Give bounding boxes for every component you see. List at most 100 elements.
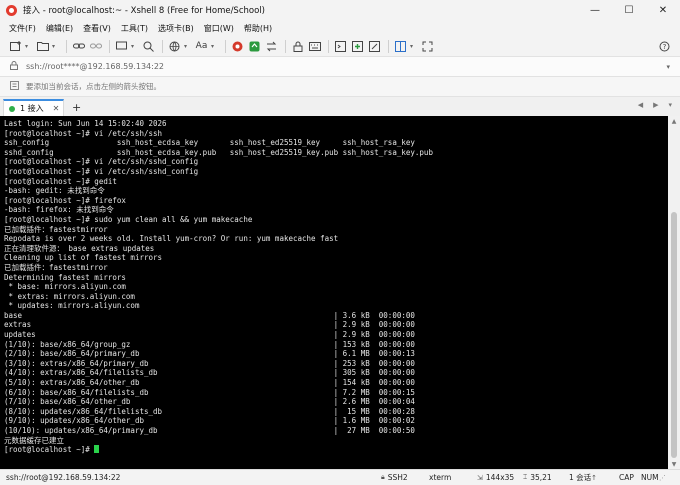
tab-navigation: ◀ ▶ ▾ xyxy=(638,101,672,109)
terminal-line: 已加载插件：fastestmirror xyxy=(4,262,108,272)
terminal-prompt: [root@localhost ~]# xyxy=(4,445,95,455)
toolbar-divider xyxy=(328,39,329,53)
tab-menu-icon[interactable]: ▾ xyxy=(668,101,672,109)
help-icon[interactable]: ? xyxy=(657,39,672,54)
terminal-line: (9/10): updates/x86_64/other_db | 1.6 MB… xyxy=(4,416,415,426)
menu-file[interactable]: 文件(F) xyxy=(4,23,41,34)
status-sessions: 1 会话 ↑ xyxy=(569,472,619,483)
tab-next-icon[interactable]: ▶ xyxy=(653,101,658,109)
title-bar: 接入 - root@localhost:~ - Xshell 8 (Free f… xyxy=(0,0,680,20)
resize-icon: ⇲ xyxy=(477,473,483,482)
terminal-line: extras | 2.9 kB 00:00:00 xyxy=(4,320,415,330)
terminal-scrollbar[interactable]: ▲ ▼ xyxy=(668,116,680,469)
scroll-up-icon[interactable]: ▲ xyxy=(668,116,680,126)
status-size: ⇲ 144x35 xyxy=(477,473,523,482)
terminal-line: 元数据缓存已建立 xyxy=(4,435,64,445)
status-num: NUM xyxy=(641,473,659,482)
tab-session-1[interactable]: 1 接入 ✕ xyxy=(3,99,64,116)
chevron-down-icon[interactable]: ▾ xyxy=(184,43,191,50)
status-position-label: 35,21 xyxy=(530,473,552,482)
terminal-line: (5/10): extras/x86_64/other_db | 154 kB … xyxy=(4,378,415,388)
compose-icon[interactable] xyxy=(367,39,382,54)
toolbar-divider xyxy=(66,39,67,53)
close-button[interactable]: ✕ xyxy=(646,0,680,20)
terminal-line: [root@localhost ~]# sudo yum clean all &… xyxy=(4,214,253,224)
terminal-line: (2/10): base/x86_64/primary_db | 6.1 MB … xyxy=(4,349,415,359)
status-protocol-label: SSH2 xyxy=(387,473,408,482)
menu-help[interactable]: 帮助(H) xyxy=(239,23,277,34)
xshell-icon[interactable] xyxy=(230,39,245,54)
minimize-button[interactable]: — xyxy=(578,0,612,20)
status-size-label: 144x35 xyxy=(485,473,515,482)
session-arrow-icon[interactable] xyxy=(10,81,20,92)
terminal-line: Last login: Sun Jun 14 15:02:40 2026 xyxy=(4,119,167,128)
terminal-line: [root@localhost ~]# vi /etc/ssh/ssh xyxy=(4,128,163,138)
fullscreen-icon[interactable] xyxy=(420,39,435,54)
address-input[interactable] xyxy=(26,62,626,71)
add-tab-icon[interactable]: + xyxy=(72,99,81,116)
reconnect-icon[interactable] xyxy=(114,39,129,54)
maximize-button[interactable]: ☐ xyxy=(612,0,646,20)
terminal-line: updates | 2.9 kB 00:00:00 xyxy=(4,330,415,340)
font-icon[interactable]: Aa xyxy=(194,39,209,54)
terminal-line: (3/10): extras/x86_64/primary_db | 253 k… xyxy=(4,358,415,368)
chevron-down-icon[interactable]: ▾ xyxy=(131,43,138,50)
scrollbar-thumb[interactable] xyxy=(671,212,677,458)
terminal-line: (4/10): extras/x86_64/filelists_db | 305… xyxy=(4,368,415,378)
xshell-app-icon xyxy=(6,4,17,16)
script-icon[interactable] xyxy=(333,39,348,54)
sessions-arrow-icon[interactable]: ↑ xyxy=(591,474,597,482)
menu-view[interactable]: 查看(V) xyxy=(78,23,116,34)
resize-grip-icon[interactable]: ⋰ xyxy=(659,474,666,482)
menu-tools[interactable]: 工具(T) xyxy=(116,23,153,34)
window-title: 接入 - root@localhost:~ - Xshell 8 (Free f… xyxy=(23,6,265,16)
session-hint-text: 要添加当前会话，点击左侧的箭头按钮。 xyxy=(26,82,161,91)
terminal-line: sshd_config ssh_host_ecdsa_key.pub ssh_h… xyxy=(4,147,433,157)
chevron-down-icon[interactable]: ▾ xyxy=(666,63,670,71)
terminal-line: Cleaning up list of fastest mirrors xyxy=(4,253,163,263)
address-lock-icon xyxy=(10,61,20,72)
cursor-position-icon: ⌶ xyxy=(523,473,528,481)
status-connection: ssh://root@192.168.59.134:22 xyxy=(6,473,121,482)
terminal-line: (7/10): base/x86_64/other_db | 2.6 MB 00… xyxy=(4,397,415,407)
transfer-icon[interactable] xyxy=(264,39,279,54)
terminal-line: * updates: mirrors.aliyun.com xyxy=(4,301,140,311)
xftp-icon[interactable] xyxy=(247,39,262,54)
toolbar-divider xyxy=(285,39,286,53)
chevron-down-icon[interactable]: ▾ xyxy=(410,43,417,50)
open-icon[interactable] xyxy=(35,39,50,54)
terminal-line: (1/10): base/x86_64/group_gz | 153 kB 00… xyxy=(4,339,415,349)
terminal-line: [root@localhost ~]# gedit xyxy=(4,176,117,186)
terminal-line: Determining fastest mirrors xyxy=(4,272,126,282)
chevron-down-icon[interactable]: ▾ xyxy=(25,43,32,50)
chevron-down-icon[interactable]: ▾ xyxy=(211,43,218,50)
status-caps: CAP xyxy=(619,473,634,482)
secure-lock-icon: 🔒︎ xyxy=(381,473,385,481)
unlink-icon[interactable] xyxy=(88,39,103,54)
layout-icon[interactable] xyxy=(393,39,408,54)
status-terminal-type: xterm xyxy=(429,473,452,482)
scroll-down-icon[interactable]: ▼ xyxy=(668,459,680,469)
terminal-line: [root@localhost ~]# firefox xyxy=(4,195,126,205)
terminal-line: [root@localhost ~]# vi /etc/ssh/sshd_con… xyxy=(4,157,199,167)
terminal-line: * extras: mirrors.aliyun.com xyxy=(4,291,135,301)
menu-window[interactable]: 窗口(W) xyxy=(199,23,239,34)
terminal-line: (8/10): updates/x86_64/filelists_db | 15… xyxy=(4,406,415,416)
menu-tabs[interactable]: 选项卡(B) xyxy=(153,23,199,34)
search-icon[interactable] xyxy=(141,39,156,54)
terminal-line: * base: mirrors.aliyun.com xyxy=(4,282,126,292)
terminal-line: base | 3.6 kB 00:00:00 xyxy=(4,310,415,320)
lock-icon[interactable] xyxy=(290,39,305,54)
globe-icon[interactable] xyxy=(167,39,182,54)
terminal-output[interactable]: Last login: Sun Jun 14 15:02:40 2026 [roo… xyxy=(0,116,668,469)
new-session-icon[interactable] xyxy=(8,39,23,54)
window-controls: — ☐ ✕ xyxy=(578,0,680,20)
add-icon[interactable] xyxy=(350,39,365,54)
link-icon[interactable] xyxy=(71,39,86,54)
tab-prev-icon[interactable]: ◀ xyxy=(638,101,643,109)
chevron-down-icon[interactable]: ▾ xyxy=(52,43,59,50)
menu-edit[interactable]: 编辑(E) xyxy=(41,23,78,34)
terminal-line: (6/10): base/x86_64/filelists_db | 7.2 M… xyxy=(4,387,415,397)
tab-close-icon[interactable]: ✕ xyxy=(53,104,60,113)
keyboard-icon[interactable] xyxy=(307,39,322,54)
